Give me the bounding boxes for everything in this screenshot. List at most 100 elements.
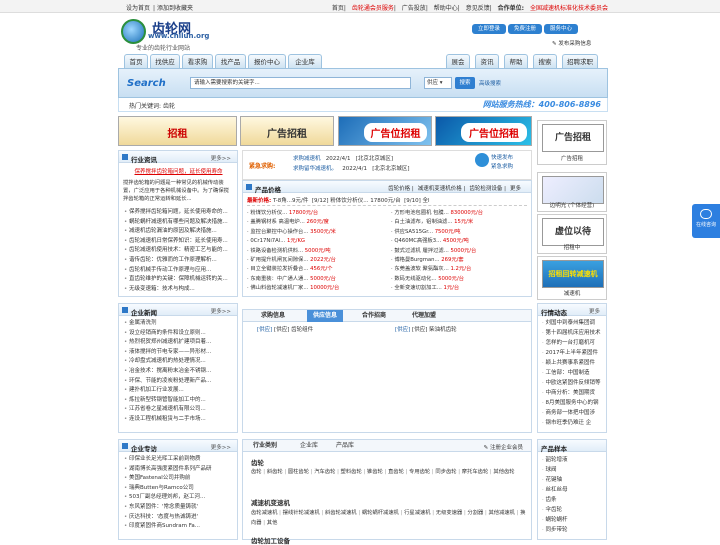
category-link[interactable]: 汽车齿轮 bbox=[314, 469, 335, 475]
quick-post-button[interactable]: 快速发布 紧急求购 bbox=[491, 154, 513, 172]
side-ad-3[interactable]: 虚位以待 招租中 bbox=[537, 214, 607, 254]
category-link[interactable]: 同步齿轮 bbox=[435, 469, 456, 475]
urgent-item[interactable]: 求购留华减速机。 2022/4/1 [北京北京城区] bbox=[293, 164, 410, 174]
sample-item[interactable]: 花键轴 bbox=[538, 475, 606, 485]
help-link[interactable]: 帮助中心 bbox=[434, 5, 458, 12]
interviews-more-link[interactable]: 更多>> bbox=[211, 443, 231, 451]
partner-link[interactable]: 全国减速机标准化技术委员会 bbox=[530, 5, 608, 12]
news-headline[interactable]: 保养搅拌齿轮箱问题，延长使用寿命 bbox=[123, 167, 234, 175]
price-row[interactable]: · 监控台聚控中心操作台... 3500元/米 bbox=[247, 228, 387, 237]
trend-item[interactable]: 工信部：中国制造 bbox=[538, 368, 606, 378]
category-title[interactable]: 齿轮 bbox=[251, 457, 264, 467]
urgent-item[interactable]: 求购减速机 2022/4/1 [北京北京城区] bbox=[293, 154, 410, 164]
news-item[interactable]: 蜗轮蜗杆减速机有哪些问题及解决措施... bbox=[124, 218, 234, 228]
company-news-item[interactable]: 设立经销商的条件和设立原则... bbox=[124, 329, 234, 339]
member-service-link[interactable]: 齿轮通会员服务 bbox=[352, 5, 394, 12]
category-link[interactable]: 圆柱齿轮 bbox=[288, 469, 309, 475]
nav-products[interactable]: 找产品 bbox=[215, 54, 246, 68]
news-item[interactable]: 保养搅拌齿轮箱问题，延长使用寿命的... bbox=[124, 208, 234, 218]
trade-tab[interactable]: 代理加盟 bbox=[403, 310, 445, 322]
search-input[interactable]: 请输入需要搜索的关键字... bbox=[190, 77, 411, 89]
category-tab[interactable]: 产品库 bbox=[329, 440, 361, 452]
sample-item[interactable]: 韶轮增液 bbox=[538, 455, 606, 465]
nav-news[interactable]: 资讯 bbox=[475, 54, 499, 68]
company-news-item[interactable]: 连设工程机械租赁与二手市场... bbox=[124, 415, 234, 425]
trend-item[interactable]: 中商分析：美国期货 bbox=[538, 388, 606, 398]
site-logo[interactable]: 齿轮网 www.chilun.org 专业的齿轮行业网站 bbox=[118, 16, 228, 52]
interview-item[interactable]: 美国Fastenal公司并购前 bbox=[124, 474, 234, 484]
trend-item[interactable]: 钢市旺季仍难迁 企 bbox=[538, 418, 606, 428]
nav-help[interactable]: 帮助 bbox=[504, 54, 528, 68]
home-link[interactable]: 首页 bbox=[332, 5, 344, 12]
category-link[interactable]: 直齿轮 bbox=[388, 469, 404, 475]
trend-item[interactable]: 刘国中到泰州集团调 bbox=[538, 318, 606, 328]
price-row[interactable]: · 方形电池包圈机 包膜... 830000元/台 bbox=[391, 209, 531, 218]
nav-prices[interactable]: 报价中心 bbox=[248, 54, 286, 68]
news-item[interactable]: 谐传齿轮：优雅而的工作原理解析... bbox=[124, 256, 234, 266]
trade-tab[interactable]: 供应信息 bbox=[307, 310, 343, 322]
news-item[interactable]: 齿轮机械手传动工作原理与应用... bbox=[124, 266, 234, 276]
register-company-link[interactable]: ✎ 注册企业会员 bbox=[484, 443, 523, 451]
sample-item[interactable]: 同步带轮 bbox=[538, 525, 606, 535]
interview-item[interactable]: 湖南博长高强度紧固件系列产品研 bbox=[124, 465, 234, 475]
category-link[interactable]: 齿轮减速机 bbox=[251, 510, 278, 516]
interview-item[interactable]: 东风紧固件：'常念质量铸就' bbox=[124, 503, 234, 513]
price-row[interactable]: · 东南重装：中广通人通... 5000元/台 bbox=[247, 275, 387, 284]
category-tab[interactable]: 行业类别 bbox=[247, 440, 283, 452]
price-row[interactable]: · 鼓式过滤机 履拌过滤... 5000元/台 bbox=[391, 247, 531, 256]
category-link[interactable]: 行星减速机 bbox=[404, 510, 431, 516]
nav-expo[interactable]: 展会 bbox=[446, 54, 470, 68]
set-homepage-link[interactable]: 设为首页 bbox=[126, 5, 150, 12]
company-news-item[interactable]: 热烈祝贺郑州减速机扩建项目着... bbox=[124, 338, 234, 348]
nav-jobs[interactable]: 招聘求职 bbox=[562, 54, 598, 68]
category-tab[interactable]: 企业库 bbox=[293, 440, 325, 452]
category-link[interactable]: 塑料齿轮 bbox=[341, 469, 362, 475]
sample-item[interactable]: 蜗轮蜗杆 bbox=[538, 515, 606, 525]
trade-tab[interactable]: 求购信息 bbox=[257, 310, 289, 322]
category-link[interactable]: 摩托车齿轮 bbox=[462, 469, 489, 475]
nav-search[interactable]: 搜索 bbox=[533, 54, 557, 68]
banner-ad-4[interactable]: 广告位招租 bbox=[435, 116, 532, 146]
news-item[interactable]: 齿轮减速机使用技术：精密工艺与能的... bbox=[124, 246, 234, 256]
nav-companies[interactable]: 企业库 bbox=[288, 54, 322, 68]
trend-item[interactable]: 8月美国服务中心的钢 bbox=[538, 398, 606, 408]
trade-tab[interactable]: 合作招商 bbox=[355, 310, 393, 322]
register-button[interactable]: 免费注册 bbox=[508, 24, 543, 34]
price-row[interactable]: · 佛山料齿轮减速机厂家... 10000元/台 bbox=[247, 284, 387, 293]
banner-ad-3[interactable]: 广告位招租 bbox=[338, 116, 432, 146]
trend-item[interactable]: 第十四届机床应用技术 bbox=[538, 328, 606, 338]
category-title[interactable]: 减速机变速机 bbox=[251, 497, 290, 507]
company-news-item[interactable]: 江苏省卷之星减速机有限公司... bbox=[124, 405, 234, 415]
company-news-item[interactable]: 冷却盘式减速机的热处理情况... bbox=[124, 357, 234, 367]
price-row[interactable]: · 数码无线驱动化... 5000元/台 bbox=[391, 275, 531, 284]
price-row[interactable]: · 博格曼Burgman... 269元/套 bbox=[391, 256, 531, 265]
side-ad-4[interactable]: 招租回转减速机 减速机 bbox=[537, 256, 607, 300]
company-news-item[interactable]: 液体搅拌的节电专家——异形材... bbox=[124, 348, 234, 358]
price-tab[interactable]: 减速机变速机价格 bbox=[418, 186, 462, 192]
search-type-select[interactable]: 供应 ▾ bbox=[424, 77, 452, 89]
category-link[interactable]: 专用齿轮 bbox=[409, 469, 430, 475]
trend-item[interactable]: 颖上共赛事系紧固件 bbox=[538, 358, 606, 368]
category-link[interactable]: 蜗轮蜗杆减速机 bbox=[362, 510, 399, 516]
login-button[interactable]: 立即登录 bbox=[472, 24, 507, 34]
price-row[interactable]: · 东莞盖波软 聚氨酯灰... 1.2元/台 bbox=[391, 265, 531, 274]
price-row[interactable]: · 白土油滤布，铝制油滤... 15元/米 bbox=[391, 218, 531, 227]
company-news-item[interactable]: 金属清洗剂 bbox=[124, 319, 234, 329]
interview-item[interactable]: 瑞典Butten与Ramco公司 bbox=[124, 484, 234, 494]
side-ad-1[interactable]: 广告招租 广告招租 bbox=[537, 120, 607, 165]
price-row[interactable]: · 粉煤饮分析仪... 17800元/台 bbox=[247, 209, 387, 218]
publish-buy-link[interactable]: ✎ 发布采购信息 bbox=[552, 39, 591, 47]
category-link[interactable]: 齿轮 bbox=[251, 469, 262, 475]
category-link[interactable]: 无级变速器 bbox=[436, 510, 463, 516]
price-row[interactable]: · 目立全键装拉发折叠合... 456元/个 bbox=[247, 265, 387, 274]
trends-more-link[interactable]: 更多 bbox=[589, 307, 600, 315]
trend-item[interactable]: 商务部一体把中国涉 bbox=[538, 408, 606, 418]
side-ad-2[interactable]: 边明光 (个体经营) bbox=[537, 172, 607, 212]
interview-item[interactable]: 503厂副总经理刘邦，赵工河... bbox=[124, 493, 234, 503]
category-link[interactable]: 其他齿轮 bbox=[493, 469, 514, 475]
feedback-link[interactable]: 意见反馈 bbox=[466, 5, 490, 12]
interview-item[interactable]: 庆达科技：'态度与热诚铸进' bbox=[124, 513, 234, 523]
online-consult-button[interactable]: 在线咨询 bbox=[692, 204, 720, 238]
news-item[interactable]: 减速机齿轮漏油的原因及解决措施... bbox=[124, 227, 234, 237]
sample-item[interactable]: 球阀 bbox=[538, 465, 606, 475]
